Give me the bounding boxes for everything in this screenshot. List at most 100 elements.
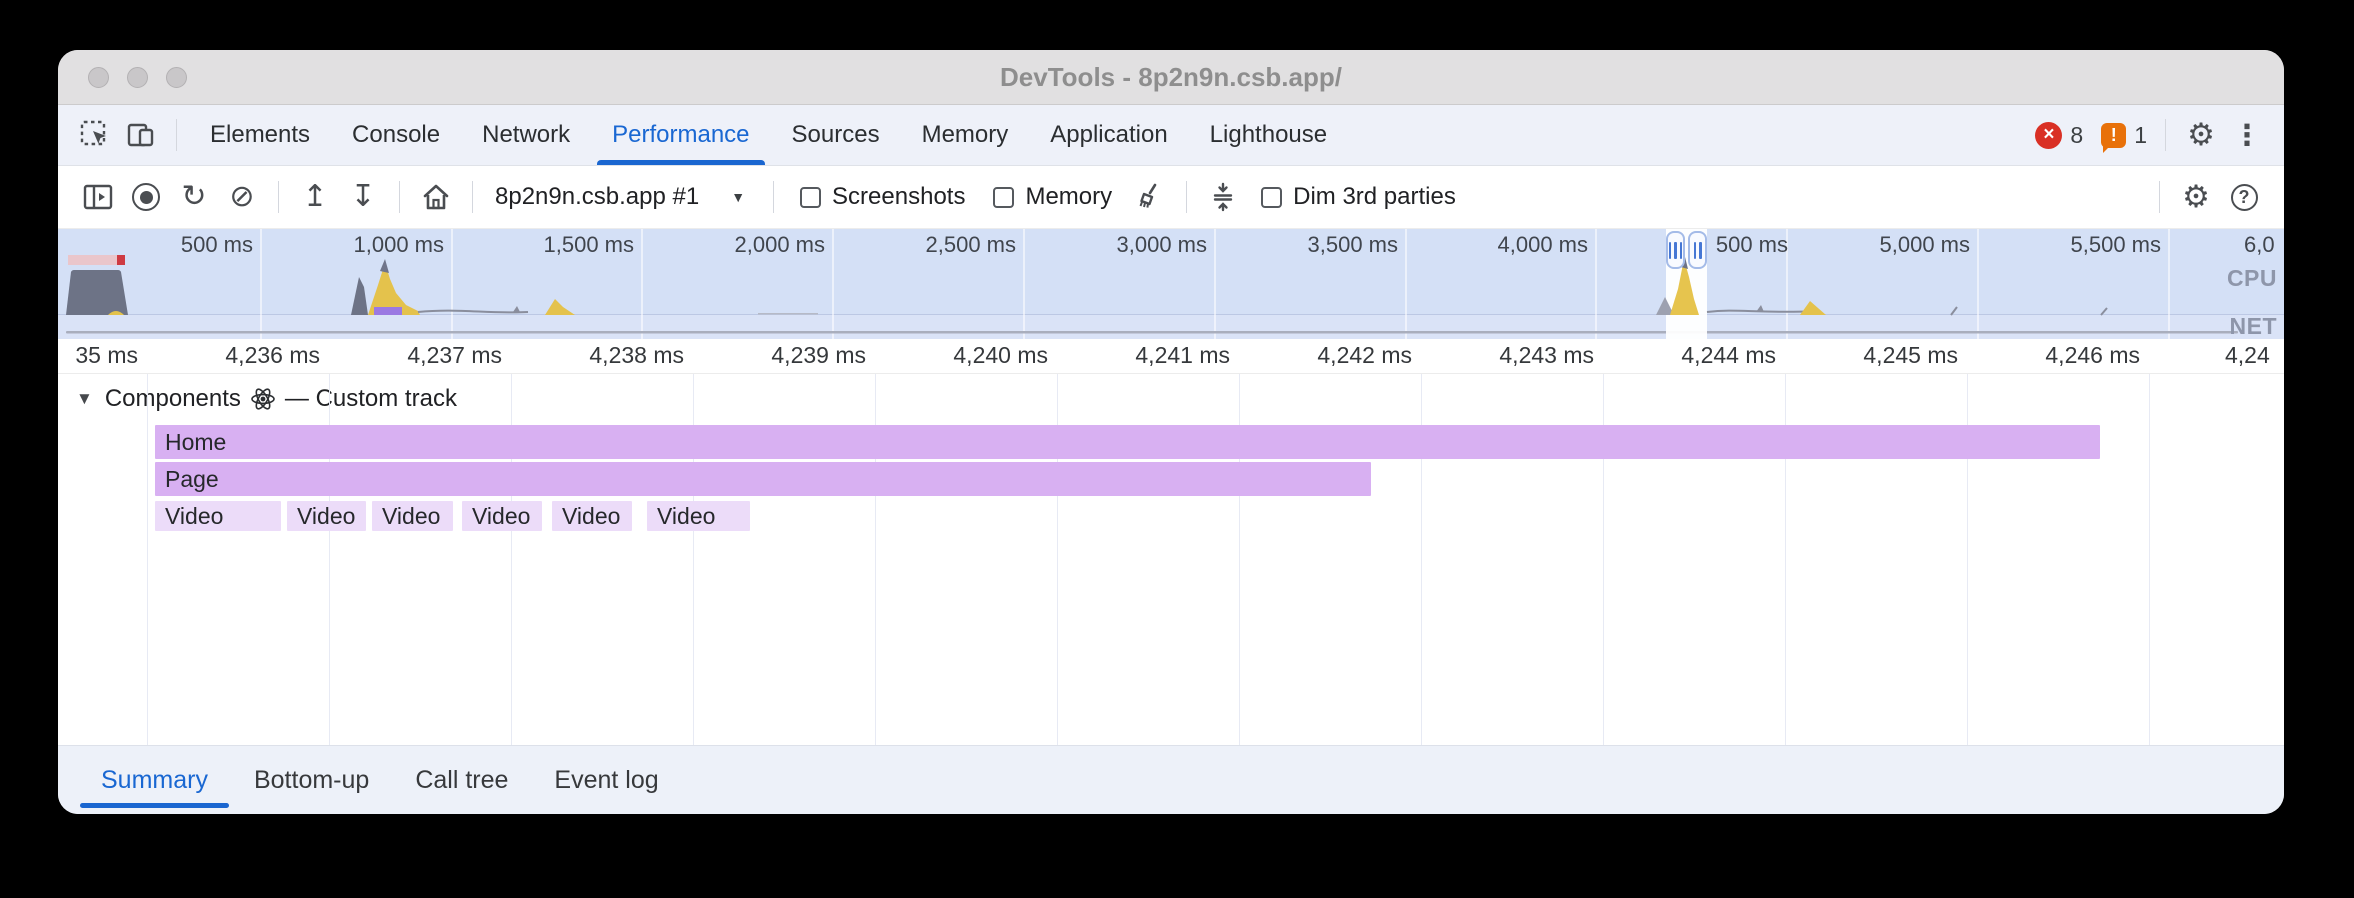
track-bar-video[interactable]: Video (372, 501, 453, 531)
bar-label: Video (472, 503, 530, 530)
checkbox-box (993, 187, 1014, 208)
overview-tick: 5,000 ms (1880, 232, 1971, 258)
ruler-tick: 4,246 ms (2045, 339, 2140, 372)
tab-network[interactable]: Network (461, 105, 591, 165)
active-tab-underline (597, 160, 764, 165)
track-gridline (2149, 374, 2150, 745)
home-icon[interactable] (417, 178, 455, 216)
tab-console[interactable]: Console (331, 105, 461, 165)
react-atom-icon (250, 386, 276, 412)
clear-recording-icon[interactable]: ⊘ (223, 178, 261, 216)
window-titlebar: DevTools - 8p2n9n.csb.app/ (58, 50, 2284, 105)
ruler-tick: 4,245 ms (1863, 339, 1958, 372)
tab-label: Sources (792, 121, 880, 149)
ruler-tick: 4,239 ms (771, 339, 866, 372)
target-selector[interactable]: 8p2n9n.csb.app #1 ▼ (485, 183, 761, 211)
bottom-tab-label: Event log (554, 766, 658, 795)
reload-and-record-icon[interactable]: ↻ (175, 178, 213, 216)
track-bar-video[interactable]: Video (155, 501, 281, 531)
overview-tick: 3,000 ms (1117, 232, 1208, 258)
track-bar-video[interactable]: Video (287, 501, 366, 531)
tab-sources[interactable]: Sources (771, 105, 901, 165)
devtools-window: DevTools - 8p2n9n.csb.app/ Elements Conso… (58, 50, 2284, 814)
custom-track-header[interactable]: ▼ Components — Custom track (76, 384, 457, 414)
bottom-tab-summary[interactable]: Summary (78, 746, 231, 814)
tab-application[interactable]: Application (1029, 105, 1188, 165)
record-button[interactable] (127, 178, 165, 216)
tab-elements[interactable]: Elements (189, 105, 331, 165)
console-error-badge[interactable]: × 8 (2035, 122, 2083, 149)
ruler-tick: 4,243 ms (1499, 339, 1594, 372)
divider (278, 181, 279, 213)
details-tabbar: Summary Bottom-up Call tree Event log (58, 745, 2284, 814)
device-toolbar-icon[interactable] (124, 118, 158, 152)
settings-gear-icon[interactable]: ⚙ (2184, 118, 2218, 152)
collapse-sanity-icon[interactable] (1204, 178, 1242, 216)
track-bar-video[interactable]: Video (552, 501, 632, 531)
overview-tick: 4,000 ms (1498, 232, 1589, 258)
divider (399, 181, 400, 213)
help-icon[interactable]: ? (2225, 178, 2263, 216)
active-bottom-tab-underline (80, 803, 229, 808)
tab-label: Application (1050, 121, 1167, 149)
custom-track-suffix: — Custom track (285, 385, 457, 413)
bar-label: Video (165, 503, 223, 530)
ruler-tick: 4,237 ms (407, 339, 502, 372)
tab-performance[interactable]: Performance (591, 105, 770, 165)
ruler-tick: 4,242 ms (1317, 339, 1412, 372)
bottom-tab-label: Call tree (415, 766, 508, 795)
flamechart-area[interactable]: ▼ Components — Custom track HomePage Vide… (58, 374, 2284, 745)
track-bar-home[interactable]: Home (155, 425, 2100, 459)
bottom-tab-event-log[interactable]: Event log (531, 746, 681, 814)
load-profile-icon[interactable]: ↥ (296, 178, 334, 216)
target-selector-label: 8p2n9n.csb.app #1 (495, 183, 699, 211)
bottom-tab-call-tree[interactable]: Call tree (392, 746, 531, 814)
tab-label: Performance (612, 121, 749, 149)
tab-label: Network (482, 121, 570, 149)
net-label: NET (2230, 313, 2278, 339)
checkbox-box (800, 187, 821, 208)
tab-lighthouse[interactable]: Lighthouse (1189, 105, 1348, 165)
divider (773, 181, 774, 213)
inspect-element-icon[interactable] (78, 118, 112, 152)
detail-time-ruler[interactable]: 35 ms4,236 ms4,237 ms4,238 ms4,239 ms4,2… (58, 339, 2284, 374)
screen-background: { "window": { "title": "DevTools - 8p2n9… (0, 0, 2354, 898)
tab-label: Console (352, 121, 440, 149)
bar-label: Video (562, 503, 620, 530)
issues-badge[interactable]: ! 1 (2101, 122, 2147, 149)
bottom-tab-label: Summary (101, 766, 208, 795)
track-bar-video[interactable]: Video (647, 501, 750, 531)
checkbox-box (1261, 187, 1282, 208)
collapse-triangle-icon[interactable]: ▼ (76, 389, 93, 409)
bottom-tab-label: Bottom-up (254, 766, 369, 795)
save-profile-icon[interactable]: ↧ (344, 178, 382, 216)
divider (1186, 181, 1187, 213)
kebab-menu-icon[interactable]: ⋮ (2230, 118, 2264, 152)
dim-3rd-parties-checkbox[interactable]: Dim 3rd parties (1261, 183, 1456, 211)
issue-count: 1 (2134, 122, 2147, 149)
performance-toolbar: ↻ ⊘ ↥ ↧ 8p2n9n.csb.app #1 ▼ Screenshots … (58, 166, 2284, 229)
main-tabs: Elements Console Network Performance Sources… (189, 105, 1348, 165)
selection-left-handle[interactable] (1666, 231, 1685, 269)
overview-tick: 2,500 ms (926, 232, 1017, 258)
memory-checkbox[interactable]: Memory (993, 183, 1112, 211)
ruler-tick: 4,241 ms (1135, 339, 1230, 372)
track-bar-page[interactable]: Page (155, 462, 1371, 496)
timeline-overview[interactable]: 500 ms1,000 ms1,500 ms2,000 ms2,500 ms3,… (58, 229, 2284, 339)
cpu-label: CPU (2227, 265, 2277, 292)
tab-label: Memory (922, 121, 1009, 149)
toggle-sidebar-icon[interactable] (79, 178, 117, 216)
screenshots-checkbox[interactable]: Screenshots (800, 183, 965, 211)
track-bar-video[interactable]: Video (462, 501, 542, 531)
overview-tick: 1,000 ms (354, 232, 445, 258)
garbage-collect-icon[interactable] (1131, 178, 1169, 216)
overview-tick: 1,500 ms (544, 232, 635, 258)
overview-tick: 6,0 (2244, 232, 2275, 258)
bottom-tab-bottom-up[interactable]: Bottom-up (231, 746, 392, 814)
selection-right-handle[interactable] (1688, 231, 1707, 269)
panel-settings-gear-icon[interactable]: ⚙ (2177, 178, 2215, 216)
tab-memory[interactable]: Memory (901, 105, 1030, 165)
error-count: 8 (2070, 122, 2083, 149)
devtools-tabbar: Elements Console Network Performance Sources… (58, 105, 2284, 166)
overview-tick: 500 ms (181, 232, 253, 258)
